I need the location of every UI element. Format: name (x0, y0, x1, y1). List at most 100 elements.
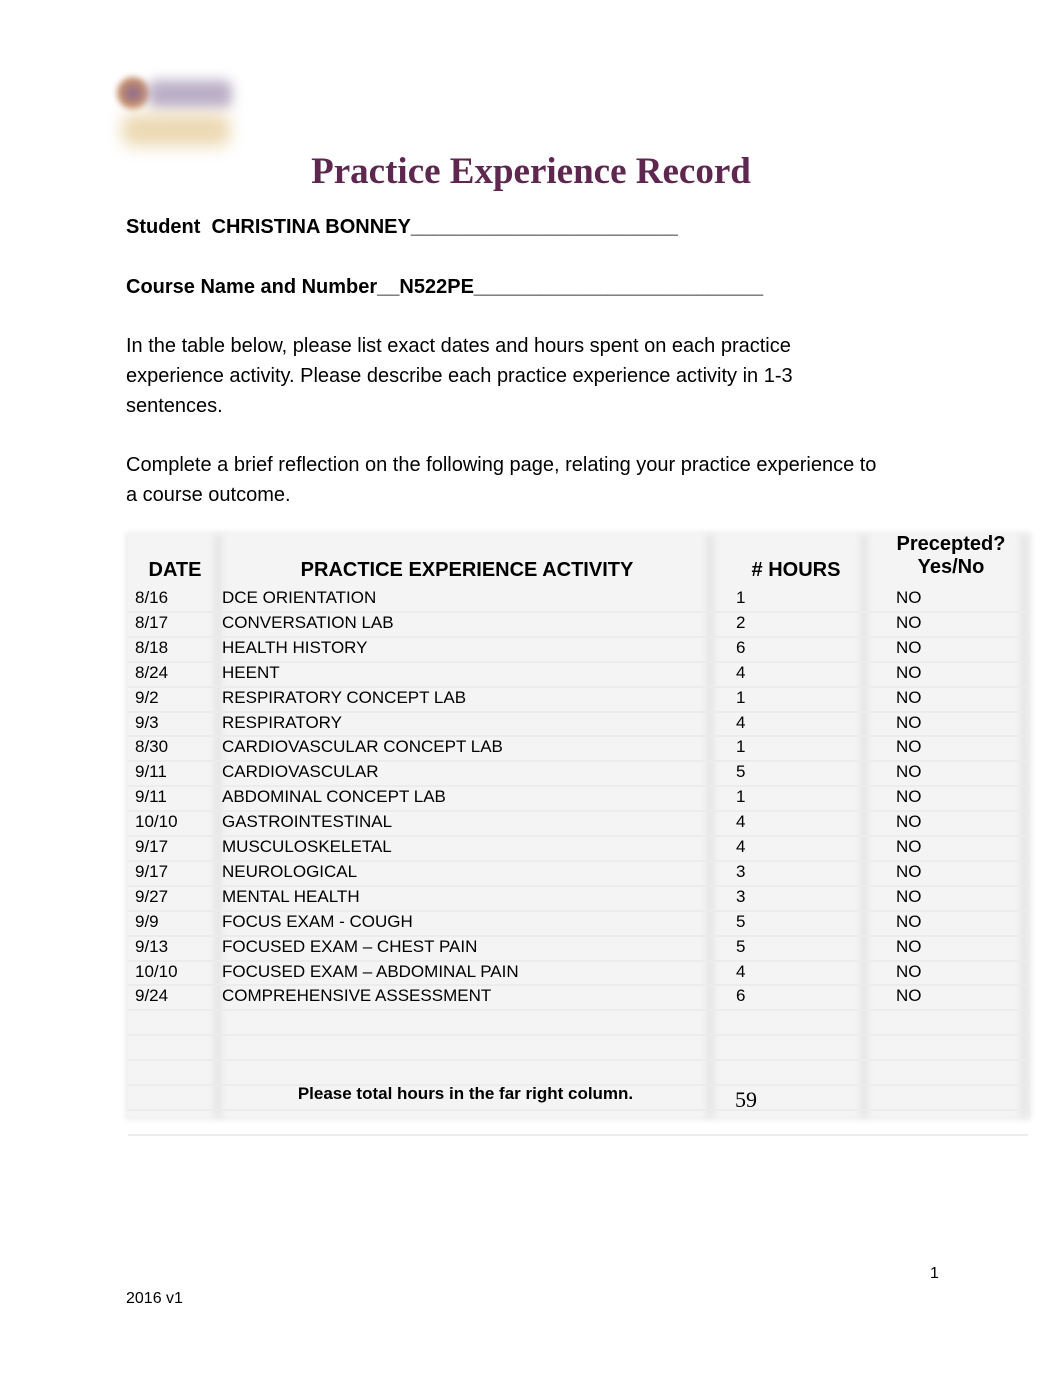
row-hours: 3 (736, 886, 746, 906)
table-row: 8/17 CONVERSATION LAB 2 NO (128, 613, 1028, 638)
row-hours: 4 (736, 961, 746, 981)
row-hours: 1 (736, 687, 746, 707)
table-row: 9/11 CARDIOVASCULAR 5 NO (128, 762, 1028, 787)
table-row: 9/17 MUSCULOSKELETAL 4 NO (128, 837, 1028, 862)
row-activity: FOCUS EXAM - COUGH (222, 911, 413, 931)
row-precepted: NO (896, 762, 922, 782)
row-precepted: NO (896, 861, 922, 881)
row-activity: FOCUSED EXAM – CHEST PAIN (222, 936, 478, 956)
row-activity: RESPIRATORY (222, 712, 342, 732)
table-row: 9/3 RESPIRATORY 4 NO (128, 713, 1028, 738)
row-activity: DCE ORIENTATION (222, 588, 377, 607)
row-divider (128, 1133, 1028, 1136)
row-precepted: NO (896, 961, 922, 981)
row-precepted: NO (896, 737, 922, 757)
row-date: 8/16 (135, 588, 169, 607)
row-date: 8/30 (135, 737, 169, 757)
row-hours: 1 (736, 737, 746, 757)
row-date: 9/11 (135, 762, 167, 782)
row-precepted: NO (896, 787, 922, 807)
logo-banner (122, 114, 230, 146)
row-precepted: NO (896, 612, 922, 632)
row-date: 9/24 (135, 986, 169, 1006)
header-precepted-line2: Yes/No (917, 556, 985, 578)
logo-emblem-icon (116, 76, 150, 110)
reflection-instructions: Complete a brief reflection on the follo… (126, 454, 877, 506)
row-activity: MENTAL HEALTH (222, 886, 360, 906)
table-row: 8/18 HEALTH HISTORY 6 NO (128, 638, 1028, 663)
document-version: 2016 v1 (126, 1290, 183, 1307)
header-activity: PRACTICE EXPERIENCE ACTIVITY (300, 559, 634, 581)
row-hours: 1 (736, 588, 746, 607)
instructions-paragraph: In the table below, please list exact da… (126, 335, 793, 417)
table-row: 8/24 HEENT 4 NO (128, 663, 1028, 688)
row-activity: FOCUSED EXAM – ABDOMINAL PAIN (222, 961, 519, 981)
row-precepted: NO (896, 936, 922, 956)
table-row: 9/27 MENTAL HEALTH 3 NO (128, 887, 1028, 912)
row-precepted: NO (896, 588, 922, 607)
row-activity: GASTROINTESTINAL (222, 812, 393, 832)
row-hours: 5 (736, 762, 746, 782)
row-date: 8/24 (135, 662, 169, 682)
row-date: 9/3 (135, 712, 159, 732)
row-date: 10/10 (135, 961, 178, 981)
row-activity: MUSCULOSKELETAL (222, 837, 392, 856)
row-date: 9/17 (135, 861, 169, 881)
row-precepted: NO (896, 886, 922, 906)
table-row: 8/16 DCE ORIENTATION 1 NO (128, 588, 1028, 613)
row-hours: 5 (736, 911, 746, 931)
row-hours: 3 (736, 861, 746, 881)
row-activity: NEUROLOGICAL (222, 861, 358, 881)
row-activity: CARDIOVASCULAR (222, 762, 379, 782)
row-divider (128, 1059, 1028, 1062)
row-precepted: NO (896, 712, 922, 732)
table-row: 9/24 COMPREHENSIVE ASSESSMENT 6 NO (128, 986, 1028, 1011)
row-hours: 4 (736, 662, 746, 682)
row-activity: COMPREHENSIVE ASSESSMENT (222, 986, 492, 1006)
student-name-line: Student CHRISTINA BONNEY________________… (126, 216, 678, 238)
row-divider (128, 1108, 1028, 1111)
row-date: 9/2 (135, 687, 159, 707)
row-activity: HEENT (222, 662, 280, 682)
row-activity: CARDIOVASCULAR CONCEPT LAB (222, 737, 503, 757)
table-row: 10/10 FOCUSED EXAM – ABDOMINAL PAIN 4 NO (128, 962, 1028, 987)
header-precepted: Precepted? Yes/No (870, 533, 1032, 579)
table-row: 9/2 RESPIRATORY CONCEPT LAB 1 NO (128, 688, 1028, 713)
row-hours: 4 (736, 812, 746, 832)
logo-wordmark (148, 80, 232, 108)
row-precepted: NO (896, 986, 922, 1006)
row-date: 8/18 (135, 637, 169, 657)
row-precepted: NO (896, 812, 922, 832)
row-date: 9/17 (135, 837, 169, 856)
course-line: Course Name and Number__N522PE__________… (126, 276, 764, 298)
page-number: 1 (930, 1265, 939, 1282)
row-date: 9/11 (135, 787, 167, 807)
row-hours: 1 (736, 787, 746, 807)
table-row: 9/11 ABDOMINAL CONCEPT LAB 1 NO (128, 787, 1028, 812)
row-precepted: NO (896, 687, 922, 707)
table-row: 10/10 GASTROINTESTINAL 4 NO (128, 812, 1028, 837)
row-hours: 5 (736, 936, 746, 956)
row-precepted: NO (896, 637, 922, 657)
total-hours-label: Please total hours in the far right colu… (297, 1084, 634, 1103)
row-precepted: NO (896, 911, 922, 931)
header-date: DATE (148, 559, 202, 581)
row-date: 9/9 (135, 911, 159, 931)
table-row: 9/13 FOCUSED EXAM – CHEST PAIN 5 NO (128, 937, 1028, 962)
row-divider (128, 1034, 1028, 1037)
institution-logo (112, 70, 236, 152)
table-row: 9/17 NEUROLOGICAL 3 NO (128, 862, 1028, 887)
header-hours: # HOURS (751, 559, 841, 581)
row-date: 9/27 (135, 886, 169, 906)
practice-experience-table: DATE PRACTICE EXPERIENCE ACTIVITY # HOUR… (128, 533, 1028, 1136)
row-activity: ABDOMINAL CONCEPT LAB (222, 787, 446, 807)
row-date: 9/13 (135, 936, 169, 956)
row-hours: 6 (736, 986, 746, 1006)
total-hours-value: 59 (735, 1087, 757, 1112)
row-precepted: NO (896, 662, 922, 682)
table-row: 8/30 CARDIOVASCULAR CONCEPT LAB 1 NO (128, 737, 1028, 762)
row-date: 10/10 (135, 812, 178, 832)
row-activity: CONVERSATION LAB (222, 612, 394, 632)
row-hours: 2 (736, 612, 746, 632)
page-title: Practice Experience Record (311, 151, 751, 192)
